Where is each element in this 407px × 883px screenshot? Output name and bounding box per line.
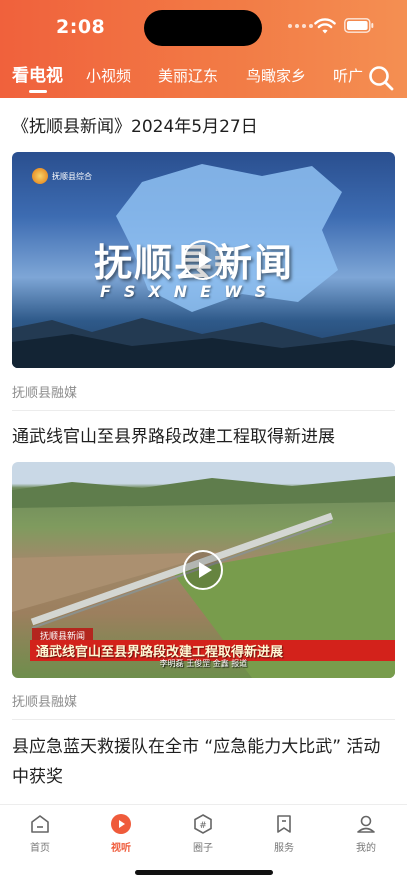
channel-logo: 抚顺县综合 [32,168,92,184]
nav-mine[interactable]: 我的 [336,813,396,854]
nav-audio-video[interactable]: 视听 [91,813,151,854]
play-button[interactable] [183,240,223,280]
svg-text:#: # [199,821,207,831]
home-icon [31,815,49,833]
video-subline: FSXNEWS [100,282,280,301]
news-source: 抚顺县融媒 [12,695,78,710]
tab-beautiful-liaodong[interactable]: 美丽辽东 [158,62,218,90]
nav-label: 我的 [356,843,376,854]
news-source: 抚顺县融媒 [12,386,78,401]
nav-label: 视听 [111,843,131,854]
news-feed[interactable]: 《抚顺县新闻》2024年5月27日 抚顺县综合 抚顺县新闻 FSXNEWS 抚顺… [0,98,407,804]
signal-dots-icon [288,24,313,28]
news-title[interactable]: 通武线官山至县界路段改建工程取得新进展 [12,422,395,452]
bookmark-icon [277,815,291,833]
channel-logo-text: 抚顺县综合 [52,171,92,181]
status-bar: 2:08 [0,0,407,52]
status-time: 2:08 [56,16,106,38]
nav-label: 服务 [274,843,294,854]
divider [12,410,395,411]
video-thumbnail[interactable]: 抚顺县新闻 通武线官山至县界路段改建工程取得新进展 李明磊 王俊罡 金鑫 报道 [12,462,395,678]
nav-label: 首页 [30,843,50,854]
news-title[interactable]: 县应急蓝天救援队在全市 “应急能力大比武” 活动中获奖 [12,732,395,792]
wifi-icon [314,18,336,34]
nav-service[interactable]: 服务 [254,813,314,854]
video-credit: 李明磊 王俊罡 金鑫 报道 [159,659,248,668]
play-icon [199,562,212,578]
nav-circle[interactable]: # 圈子 [173,813,233,854]
tab-watch-tv[interactable]: 看电视 [12,62,63,93]
play-icon [111,814,131,834]
tab-aerial-hometown[interactable]: 鸟瞰家乡 [246,62,306,90]
tab-short-video[interactable]: 小视频 [86,62,131,90]
battery-icon [344,18,374,33]
channel-logo-icon [32,168,48,184]
video-thumbnail[interactable]: 抚顺县综合 抚顺县新闻 FSXNEWS [12,152,395,368]
home-indicator[interactable] [135,870,273,875]
search-icon[interactable] [368,65,394,91]
play-icon [199,252,212,268]
play-button[interactable] [183,550,223,590]
nav-home[interactable]: 首页 [10,813,70,854]
news-title[interactable]: 《抚顺县新闻》2024年5月27日 [12,112,395,142]
tab-radio[interactable]: 听广 [333,62,363,90]
app-header: 2:08 看电视 小视频 美丽辽东 鸟瞰家乡 听广 [0,0,407,98]
user-icon [357,815,375,833]
divider [12,719,395,720]
dynamic-island [144,10,262,46]
nav-label: 圈子 [193,843,213,854]
channel-tabs: 看电视 小视频 美丽辽东 鸟瞰家乡 听广 [0,62,407,94]
hashtag-icon: # [194,814,212,834]
